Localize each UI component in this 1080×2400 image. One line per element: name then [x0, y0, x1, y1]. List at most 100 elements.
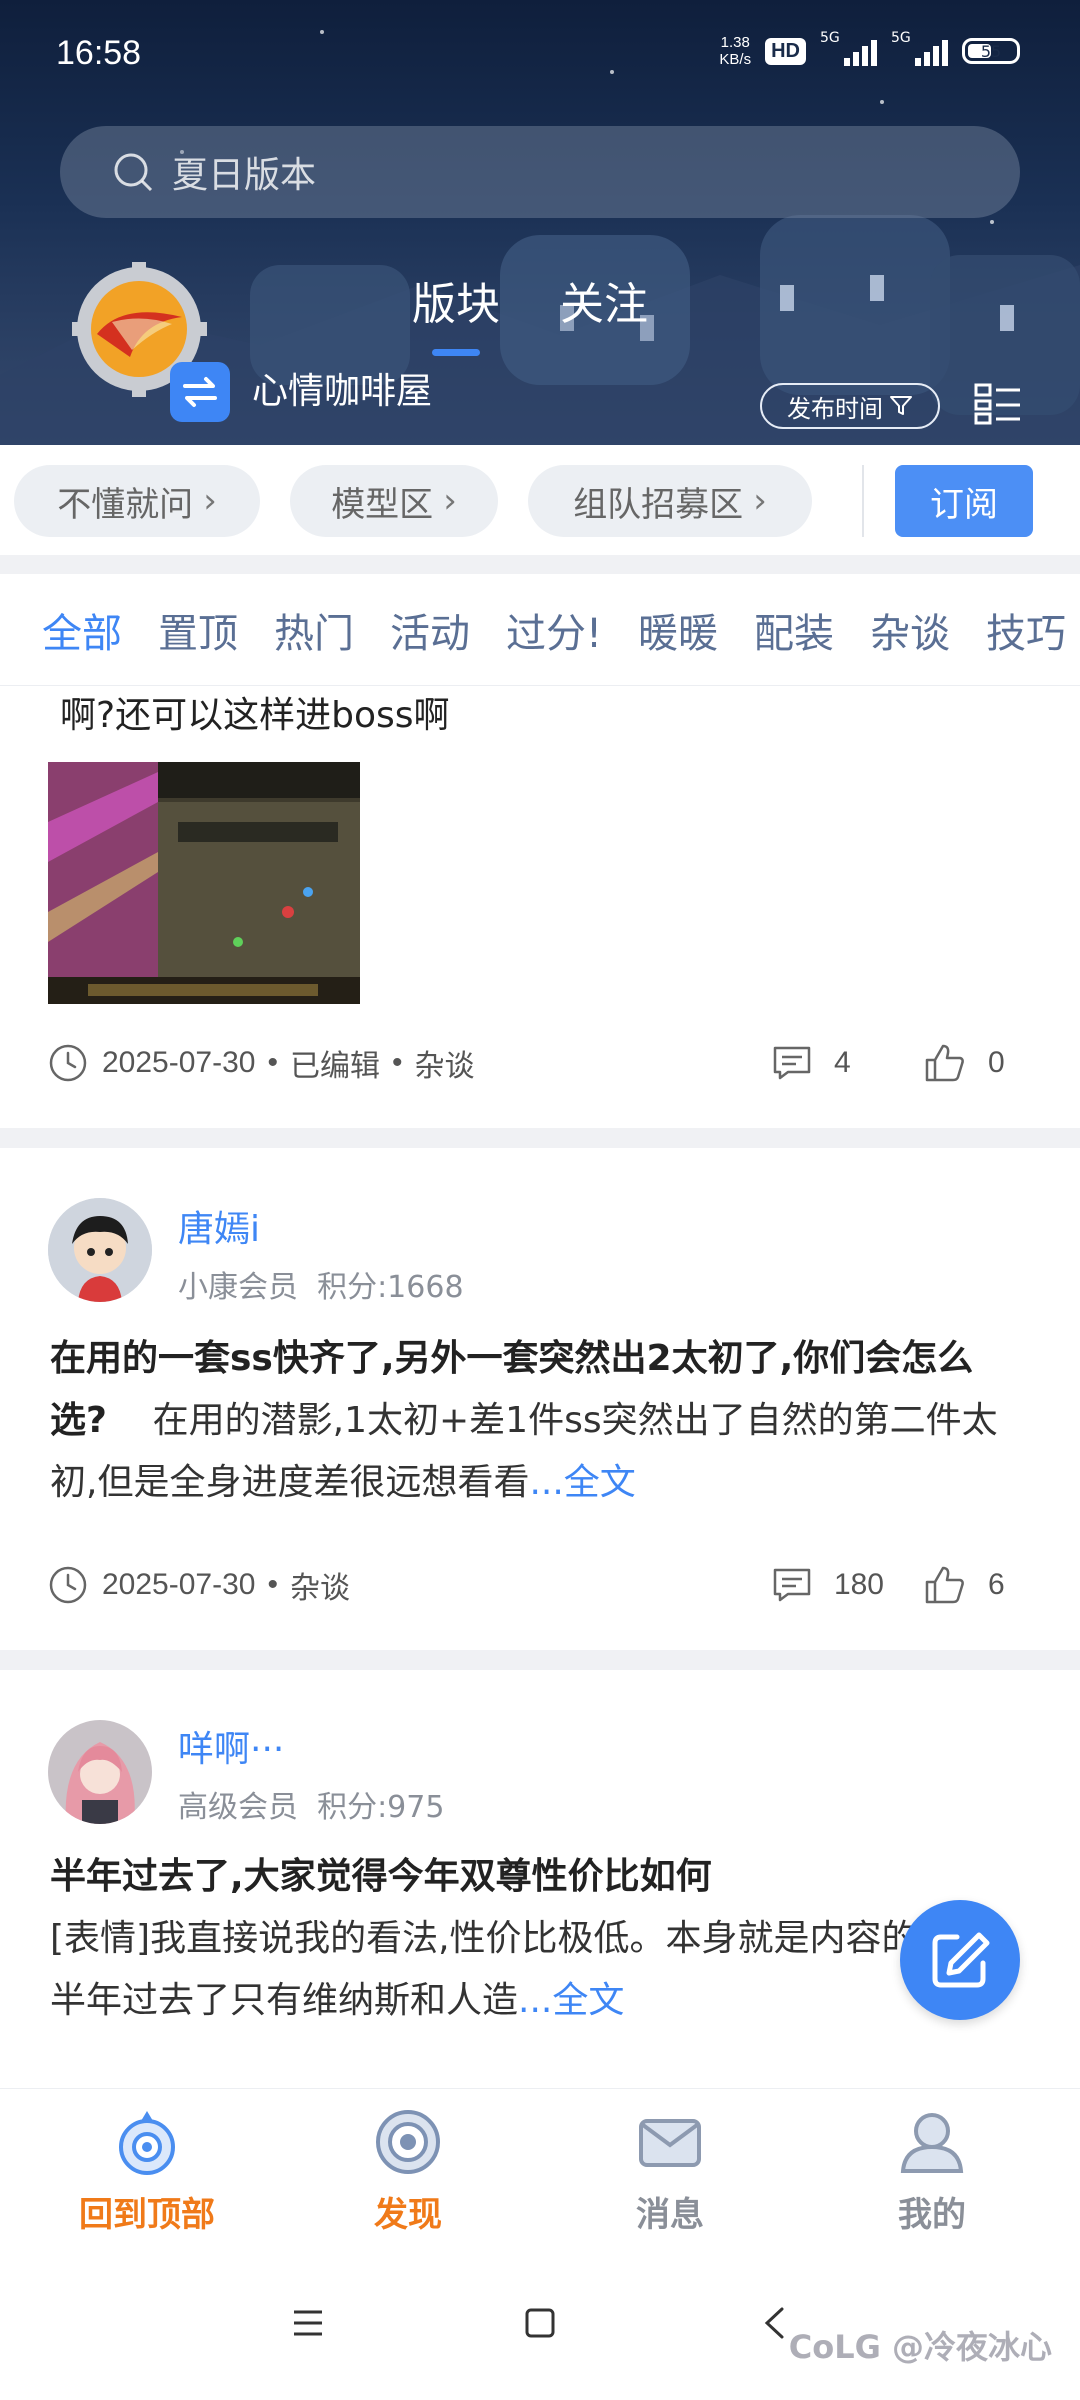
category-tab-all[interactable]: 全部: [42, 601, 122, 659]
post-stats: 180 6: [732, 1560, 1038, 1610]
new-post-button[interactable]: [900, 1900, 1020, 2020]
category-tabs: 全部 置顶 热门 活动 过分! 暖暖 配装 杂谈 技巧: [0, 574, 1080, 686]
avatar-image: [48, 1720, 152, 1824]
comment-icon: [773, 1568, 811, 1602]
search-icon: [114, 153, 153, 192]
forum-name[interactable]: 心情咖啡屋: [252, 362, 432, 414]
signal-icon: 5G: [820, 30, 877, 66]
clock-icon: [49, 1566, 87, 1604]
post-body: 在用的潜影,1太初+差1件ss突然出了自然的第二件太初,但是全身进度差很远想看看: [50, 1400, 998, 1503]
comment-count-button[interactable]: 4: [772, 1045, 884, 1081]
home-icon[interactable]: [524, 2308, 556, 2338]
category-tab-tips[interactable]: 技巧: [986, 601, 1066, 659]
chip-subforum[interactable]: 不懂就问 ›: [14, 465, 260, 537]
watermark: CoLG @冷夜冰心: [788, 2328, 1052, 2366]
post-meta: 2025-07-30 • 已编辑 • 杂谈 4 0: [48, 1038, 1038, 1088]
category-tab-excessive[interactable]: 过分!: [506, 601, 602, 659]
post-image[interactable]: [48, 762, 360, 1004]
discover-icon: [376, 2110, 440, 2174]
game-screenshot: [48, 762, 360, 1004]
layout-toggle-icon[interactable]: [974, 383, 1022, 425]
comment-icon: [773, 1046, 811, 1080]
post-date: 2025-07-30: [102, 1046, 256, 1079]
signal-icon: 5G: [891, 30, 948, 66]
nav-profile[interactable]: 我的: [832, 2107, 1032, 2236]
tab-sections[interactable]: 版块: [412, 268, 500, 356]
switch-forum-button[interactable]: [170, 362, 230, 422]
chip-subforum[interactable]: 模型区 ›: [290, 465, 498, 537]
sort-label: 发布时间: [787, 394, 883, 423]
status-time: 16:58: [56, 34, 142, 72]
read-more-link[interactable]: ...全文: [529, 1462, 635, 1503]
nav-messages[interactable]: 消息: [570, 2107, 770, 2236]
post-tag: 杂谈: [414, 1050, 475, 1083]
divider: [0, 1128, 1080, 1148]
post-stats: 4 0: [732, 1038, 1038, 1088]
nav-discover[interactable]: 发现: [308, 2107, 508, 2236]
chip-subforum[interactable]: 组队招募区 ›: [528, 465, 812, 537]
post-title: 半年过去了,大家觉得今年双尊性价比如何: [50, 1856, 712, 1897]
swap-icon: [183, 377, 217, 407]
comment-count: 180: [833, 1568, 884, 1601]
divider: [0, 1650, 1080, 1670]
battery-icon: 55: [962, 38, 1020, 64]
separator-dot: •: [267, 1046, 278, 1079]
like-button[interactable]: 0: [924, 1043, 1038, 1083]
nav-label: 回到顶部: [79, 2195, 215, 2235]
post-title[interactable]: 啊?还可以这样进boss啊: [60, 686, 450, 738]
post-preview[interactable]: 半年过去了,大家觉得今年双尊性价比如何 [表情]我直接说我的看法,性价比极低。本身…: [50, 1846, 1020, 2032]
comment-count: 4: [834, 1046, 851, 1079]
post-preview[interactable]: 在用的一套ss快齐了,另外一套突然出2太初了,你们会怎么选? 在用的潜影,1太初…: [50, 1328, 1020, 1514]
like-button[interactable]: 6: [924, 1565, 1038, 1605]
tab-following[interactable]: 关注: [560, 268, 648, 332]
category-tab-warm[interactable]: 暖暖: [638, 601, 718, 659]
read-more-link[interactable]: ...全文: [518, 1980, 624, 2021]
edit-icon: [932, 1932, 990, 1988]
category-tab-hot[interactable]: 热门: [274, 601, 354, 659]
user-icon: [900, 2113, 964, 2173]
nav-label: 我的: [898, 2195, 966, 2235]
comment-count-button[interactable]: 180: [772, 1567, 884, 1603]
clock-icon: [49, 1044, 87, 1082]
nav-label: 消息: [636, 2195, 704, 2235]
category-tab-chat[interactable]: 杂谈: [870, 601, 950, 659]
avatar[interactable]: [48, 1198, 152, 1302]
search-input[interactable]: 夏日版本: [60, 126, 1020, 218]
subscribe-button[interactable]: 订阅: [895, 465, 1033, 537]
search-placeholder: 夏日版本: [172, 155, 317, 196]
sort-by-time-button[interactable]: 发布时间: [760, 383, 940, 429]
post-edited: 已编辑: [289, 1050, 380, 1083]
category-tab-pinned[interactable]: 置顶: [158, 601, 238, 659]
divider: [0, 555, 1080, 574]
chevron-right-icon: ›: [443, 481, 457, 521]
author-name[interactable]: 唐嫣i: [178, 1200, 260, 1252]
author-level: 小康会员 积分:1668: [178, 1270, 464, 1305]
author-name[interactable]: 咩啊···: [178, 1720, 284, 1772]
forum-header: 16:58 1.38 KB/s HD 5G 5G 55 夏日版本 心情咖啡屋 版…: [0, 0, 1080, 445]
separator-dot: •: [391, 1046, 403, 1079]
chevron-right-icon: ›: [753, 481, 767, 521]
separator-dot: •: [267, 1568, 278, 1601]
thumbs-up-icon: [925, 1044, 964, 1082]
avatar-image: [48, 1198, 152, 1302]
category-tab-builds[interactable]: 配装: [754, 601, 834, 659]
nav-back-to-top[interactable]: 回到顶部: [47, 2107, 247, 2236]
post-tag: 杂谈: [289, 1572, 350, 1605]
chevron-right-icon: ›: [203, 481, 217, 521]
avatar[interactable]: [48, 1720, 152, 1824]
back-icon[interactable]: [762, 2306, 786, 2340]
bottom-nav: 回到顶部 发现 消息 我的: [0, 2088, 1080, 2258]
header-tabs: 版块 关注: [412, 268, 648, 356]
nav-label: 发现: [374, 2195, 442, 2235]
filter-icon: [890, 396, 912, 415]
status-icons: 1.38 KB/s HD 5G 5G 55: [719, 30, 1020, 68]
subforum-chips: 不懂就问 › 模型区 › 组队招募区 › 订阅: [0, 445, 1080, 555]
category-tab-events[interactable]: 活动: [390, 601, 470, 659]
hd-badge: HD: [765, 37, 806, 65]
menu-icon[interactable]: [292, 2308, 324, 2338]
thumbs-up-icon: [925, 1566, 964, 1604]
author-level: 高级会员 积分:975: [178, 1790, 445, 1825]
network-speed: 1.38 KB/s: [719, 34, 752, 68]
divider: [862, 465, 864, 537]
status-bar: 16:58 1.38 KB/s HD 5G 5G 55: [0, 0, 1080, 110]
